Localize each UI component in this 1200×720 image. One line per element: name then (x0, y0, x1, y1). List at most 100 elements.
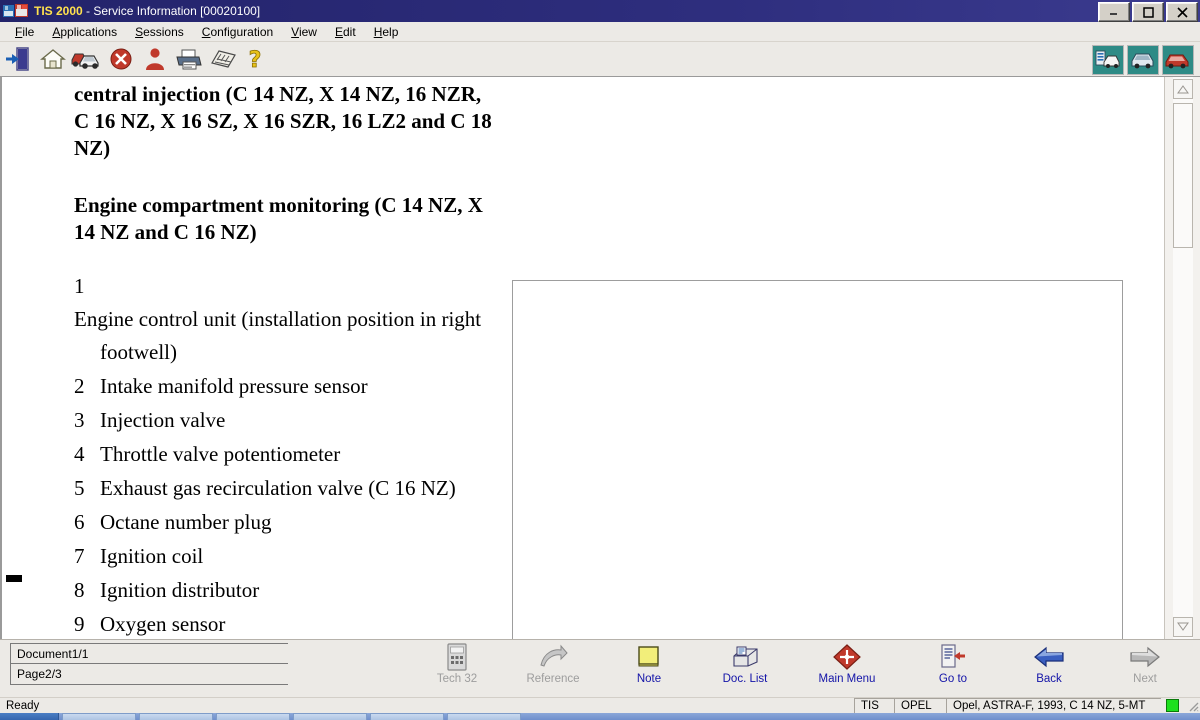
list-item-number: 7 (74, 544, 85, 568)
tech32-label: Tech 32 (436, 673, 478, 685)
document-counter: Document1/1 (10, 643, 288, 664)
customer-icon[interactable] (140, 45, 170, 73)
taskbar-item[interactable] (293, 713, 367, 720)
svg-text:?: ? (249, 48, 262, 72)
next-button[interactable]: Next (1098, 642, 1192, 694)
list-item: 6 Octane number plug (74, 506, 494, 539)
print-icon[interactable] (174, 45, 204, 73)
list-item-number: 5 (74, 476, 85, 500)
taskbar-item[interactable] (216, 713, 290, 720)
main-menu-icon (832, 642, 862, 672)
menu-item-help[interactable]: Help (365, 24, 408, 40)
scroll-down-icon[interactable] (1173, 617, 1193, 637)
margin-marker (6, 575, 22, 582)
taskbar-item[interactable] (62, 713, 136, 720)
list-item-text: Intake manifold pressure sensor (100, 374, 368, 398)
list-item: 3 Injection valve (74, 404, 494, 437)
note-button[interactable]: Note (602, 642, 696, 694)
tech32-button[interactable]: Tech 32 (410, 642, 504, 694)
component-list: 1 Engine control unit (installation posi… (74, 246, 494, 639)
list-item: 4 Throttle valve potentiometer (74, 438, 494, 471)
main-menu-button[interactable]: Main Menu (800, 642, 894, 694)
list-item-text: Exhaust gas recirculation valve (C 16 NZ… (100, 476, 456, 500)
list-item-text: Throttle valve potentiometer (100, 442, 341, 466)
doc-list-button[interactable]: Doc. List (698, 642, 792, 694)
document-text-column: central injection (C 14 NZ, X 14 NZ, 16 … (74, 77, 494, 639)
list-item-number: 1 (74, 274, 85, 298)
list-item-text: Engine control unit (installation positi… (74, 307, 482, 364)
note-icon (636, 642, 662, 672)
resize-grip-icon[interactable] (1186, 699, 1200, 713)
status-brand-cell: OPEL (894, 697, 946, 714)
list-item-number: 4 (74, 442, 85, 466)
window-title: TIS 2000 - Service Information [00020100… (34, 4, 260, 18)
window-title-brand: TIS 2000 (34, 4, 83, 18)
menu-item-file[interactable]: FFileile (6, 24, 43, 40)
keypad-icon[interactable] (208, 45, 238, 73)
list-item-text: Ignition distributor (100, 578, 260, 602)
back-arrow-icon (1033, 642, 1065, 672)
exit-icon[interactable] (2, 45, 32, 73)
minimize-button[interactable] (1098, 2, 1130, 22)
list-item-number: 8 (74, 578, 85, 602)
tis-app-icon (3, 3, 29, 19)
bottom-toolbar: Document1/1 Page2/3 Tech 32 Reference No… (0, 639, 1200, 697)
status-app-cell: TIS (854, 697, 894, 714)
document-area: central injection (C 14 NZ, X 14 NZ, 16 … (0, 77, 1200, 639)
page-counter: Page2/3 (10, 664, 288, 685)
list-item-number: 6 (74, 510, 85, 534)
close-button[interactable] (1166, 2, 1198, 22)
maximize-button[interactable] (1132, 2, 1164, 22)
home-icon[interactable] (38, 45, 68, 73)
start-button[interactable] (0, 713, 59, 720)
list-item: 1 Engine control unit (installation posi… (74, 270, 494, 369)
window-controls (1098, 2, 1198, 22)
list-item: 7 Ignition coil (74, 540, 494, 573)
back-button[interactable]: Back (1002, 642, 1096, 694)
vertical-scrollbar[interactable] (1164, 77, 1200, 639)
windows-taskbar (0, 713, 1200, 720)
status-vehicle-cell: Opel, ASTRA-F, 1993, C 14 NZ, 5-MT (946, 697, 1161, 714)
list-item: 2 Intake manifold pressure sensor (74, 370, 494, 403)
taskbar-item[interactable] (447, 713, 521, 720)
reference-label: Reference (526, 673, 580, 685)
back-label: Back (1036, 673, 1062, 685)
cancel-icon[interactable] (106, 45, 136, 73)
status-led-icon (1166, 699, 1179, 712)
main-toolbar: ? (0, 42, 1200, 77)
menu-item-configuration[interactable]: Configuration (193, 24, 282, 40)
list-item: 5 Exhaust gas recirculation valve (C 16 … (74, 472, 494, 505)
figure-placeholder (512, 280, 1123, 639)
window-title-rest: - Service Information [00020100] (82, 4, 261, 18)
document-page[interactable]: central injection (C 14 NZ, X 14 NZ, 16 … (2, 77, 1164, 639)
help-icon[interactable]: ? (240, 45, 270, 73)
goto-button[interactable]: Go to (906, 642, 1000, 694)
list-item-number: 3 (74, 408, 85, 432)
vehicles-icon[interactable] (70, 45, 100, 73)
document-heading-2: Engine compartment monitoring (C 14 NZ, … (74, 193, 483, 244)
menu-item-applications[interactable]: Applications (43, 24, 126, 40)
vehicle-red-icon[interactable] (1162, 45, 1194, 75)
menu-item-sessions[interactable]: Sessions (126, 24, 193, 40)
list-item-number: 2 (74, 374, 85, 398)
next-label: Next (1133, 673, 1157, 685)
menu-item-edit[interactable]: Edit (326, 24, 365, 40)
next-arrow-icon (1129, 642, 1161, 672)
vehicle-data-icon[interactable] (1092, 45, 1124, 75)
document-info-panel: Document1/1 Page2/3 (10, 643, 288, 685)
taskbar-item[interactable] (370, 713, 444, 720)
list-item: 8 Ignition distributor (74, 574, 494, 607)
list-item: 9 Oxygen sensor (74, 608, 494, 639)
goto-icon (938, 642, 968, 672)
vehicle-select-icon[interactable] (1127, 45, 1159, 75)
scrollbar-thumb[interactable] (1173, 103, 1193, 248)
taskbar-item[interactable] (139, 713, 213, 720)
main-menu-label: Main Menu (818, 673, 876, 685)
document-heading-1: central injection (C 14 NZ, X 14 NZ, 16 … (74, 82, 492, 160)
scroll-up-icon[interactable] (1173, 79, 1193, 99)
list-item-number: 9 (74, 612, 85, 636)
reference-button[interactable]: Reference (506, 642, 600, 694)
list-item-text: Ignition coil (100, 544, 204, 568)
goto-label: Go to (938, 673, 968, 685)
menu-item-view[interactable]: View (282, 24, 326, 40)
